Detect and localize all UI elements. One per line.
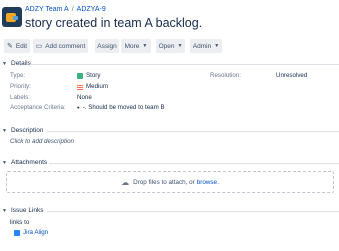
description-section-toggle[interactable]: ▼ Description <box>2 127 44 134</box>
more-label: More <box>124 42 140 50</box>
priority-medium-icon <box>77 84 83 90</box>
issue-title[interactable]: story created in team A backlog. <box>25 16 202 30</box>
acceptance-criteria-text: -. Should be moved to team B <box>82 104 165 111</box>
attachments-section-toggle[interactable]: ▼ Attachments <box>2 159 47 166</box>
type-label: Type: <box>10 72 26 79</box>
links-to-label: links to <box>10 219 30 226</box>
breadcrumb-separator: / <box>71 6 74 13</box>
type-value[interactable]: Story <box>77 72 100 79</box>
details-section-toggle[interactable]: ▼ Details <box>2 60 31 67</box>
chevron-down-icon: ▼ <box>142 43 148 49</box>
pencil-icon: ✎ <box>6 43 13 50</box>
cloud-upload-icon: ☁ <box>121 177 130 187</box>
story-icon <box>77 72 83 79</box>
add-comment-button[interactable]: ▭ Add comment <box>33 39 88 53</box>
priority-value-text: Medium <box>86 83 109 90</box>
resolution-label: Resolution: <box>210 72 241 79</box>
edit-button-label: Edit <box>15 42 28 50</box>
type-value-text: Story <box>86 72 101 79</box>
issue-links-divider <box>47 211 339 212</box>
issue-links-section-toggle[interactable]: ▼ Issue Links <box>2 207 44 214</box>
more-button[interactable]: More ▼ <box>121 39 151 53</box>
priority-value[interactable]: Medium <box>77 83 108 90</box>
edit-button[interactable]: ✎ Edit <box>4 39 30 53</box>
details-heading: Details <box>11 60 31 67</box>
chevron-down-icon: ▼ <box>2 127 7 134</box>
chevron-down-icon: ▼ <box>214 43 220 49</box>
open-label: Open <box>158 42 175 50</box>
admin-label: Admin <box>192 42 212 50</box>
issue-links-heading: Issue Links <box>11 207 44 214</box>
chevron-down-icon: ▼ <box>177 43 183 49</box>
breadcrumb: ADZY Team A / ADZYA-9 <box>25 6 106 13</box>
comment-icon: ▭ <box>35 43 43 50</box>
attachments-divider <box>49 163 339 164</box>
details-divider <box>30 64 339 65</box>
acceptance-criteria-label: Acceptance Criteria: <box>10 104 66 111</box>
chevron-down-icon: ▼ <box>2 159 7 166</box>
project-avatar[interactable] <box>2 7 22 27</box>
chevron-down-icon: ▼ <box>2 207 7 214</box>
browse-link[interactable]: browse. <box>197 179 219 186</box>
description-divider <box>47 131 339 132</box>
labels-value[interactable]: None <box>77 94 92 101</box>
linked-item-text: Jira Align <box>23 229 49 236</box>
acceptance-criteria-value[interactable]: ● -. Should be moved to team B <box>77 104 165 111</box>
assign-label: Assign <box>97 42 117 50</box>
description-placeholder[interactable]: Click to add description <box>10 138 74 145</box>
open-status-button[interactable]: Open ▼ <box>156 39 185 53</box>
admin-button[interactable]: Admin ▼ <box>190 39 222 53</box>
add-comment-label: Add comment <box>45 42 86 50</box>
assign-button[interactable]: Assign <box>95 39 119 53</box>
breadcrumb-project-link[interactable]: ADZY Team A <box>25 6 69 13</box>
breadcrumb-issue-link[interactable]: ADZYA-9 <box>77 6 106 13</box>
bullet-icon: ● <box>77 105 80 110</box>
attachments-heading: Attachments <box>11 159 48 166</box>
chevron-down-icon: ▼ <box>2 60 7 67</box>
labels-label: Labels: <box>10 94 30 101</box>
jira-align-icon <box>14 229 20 236</box>
priority-label: Priority: <box>10 83 31 90</box>
linked-item-jira-align[interactable]: Jira Align <box>14 229 48 236</box>
resolution-value: Unresolved <box>276 72 308 79</box>
dropzone-text: Drop files to attach, or <box>133 178 195 186</box>
description-heading: Description <box>11 127 44 134</box>
attachment-dropzone[interactable]: ☁ Drop files to attach, or browse. <box>6 171 334 193</box>
